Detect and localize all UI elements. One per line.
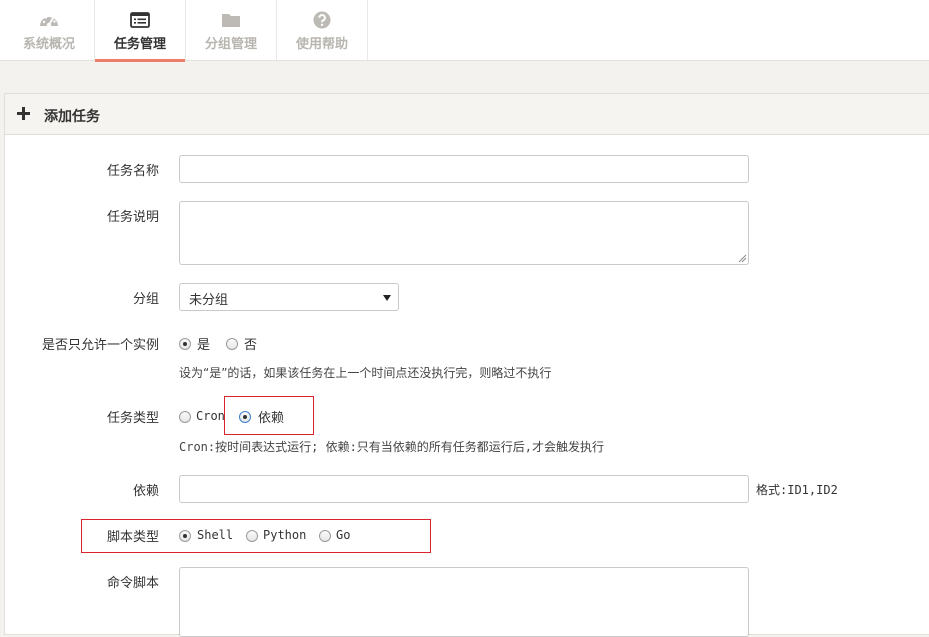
tab-label: 系统概况 [22, 37, 75, 52]
caret-down-icon [383, 295, 391, 301]
script-type-python-radio[interactable] [246, 530, 258, 542]
group-select[interactable]: 未分组 [179, 283, 399, 311]
panel-header: 添加任务 [5, 94, 929, 135]
single-instance-label: 是否只允许一个实例 [41, 338, 159, 353]
task-name-label: 任务名称 [106, 164, 159, 179]
task-type-dependency-label: 依赖 [258, 411, 285, 426]
tab-help[interactable]: 使用帮助 [277, 0, 367, 60]
folder-icon [222, 14, 240, 27]
script-type-label: 脚本类型 [106, 530, 159, 545]
script-type-go-radio[interactable] [319, 530, 331, 542]
single-instance-no-label: 否 [244, 338, 258, 353]
script-type-python-label: Python [263, 528, 307, 542]
single-instance-yes-label: 是 [197, 338, 211, 353]
dependency-format-hint: 格式:ID1,ID2 [756, 483, 838, 497]
tab-system-overview[interactable]: 系统概况 [4, 0, 94, 60]
dependency-label: 依赖 [132, 484, 159, 499]
task-type-dependency-radio[interactable] [239, 411, 251, 423]
command-script-textarea[interactable] [179, 567, 749, 637]
command-script-label: 命令脚本 [106, 576, 159, 591]
task-type-label: 任务类型 [106, 411, 159, 426]
single-instance-help: 设为“是”的话，如果该任务在上一个时间点还没执行完，则略过不执行 [179, 366, 552, 380]
single-instance-no-radio[interactable] [226, 338, 238, 350]
script-type-go-label: Go [336, 528, 351, 542]
tab-label: 使用帮助 [295, 37, 348, 52]
task-list-icon [130, 12, 150, 28]
tab-divider [367, 0, 368, 60]
resize-grip-icon[interactable] [738, 254, 747, 263]
plus-icon [17, 107, 30, 120]
task-type-cron-label: Cron [196, 409, 225, 423]
tab-group-management[interactable]: 分组管理 [186, 0, 276, 60]
tab-task-management[interactable]: 任务管理 [95, 0, 185, 62]
script-type-shell-label: Shell [197, 528, 234, 542]
task-type-cron-radio[interactable] [179, 411, 191, 423]
task-description-textarea[interactable] [179, 201, 749, 265]
help-icon [313, 11, 331, 29]
dashboard-icon [40, 15, 58, 28]
task-type-help: Cron:按时间表达式运行; 依赖:只有当依赖的所有任务都运行后,才会触发执行 [179, 440, 605, 454]
group-label: 分组 [132, 292, 159, 307]
tab-label: 分组管理 [204, 37, 257, 52]
top-nav: 系统概况 任务管理 分组管理 使用帮助 [0, 0, 929, 62]
dependency-input[interactable] [179, 475, 749, 503]
tab-label: 任务管理 [113, 37, 166, 52]
panel-title: 添加任务 [44, 109, 100, 125]
script-type-shell-radio[interactable] [179, 530, 191, 542]
group-select-value: 未分组 [189, 293, 229, 308]
task-name-input[interactable] [179, 155, 749, 183]
single-instance-yes-radio[interactable] [179, 338, 191, 350]
task-description-label: 任务说明 [106, 210, 159, 225]
